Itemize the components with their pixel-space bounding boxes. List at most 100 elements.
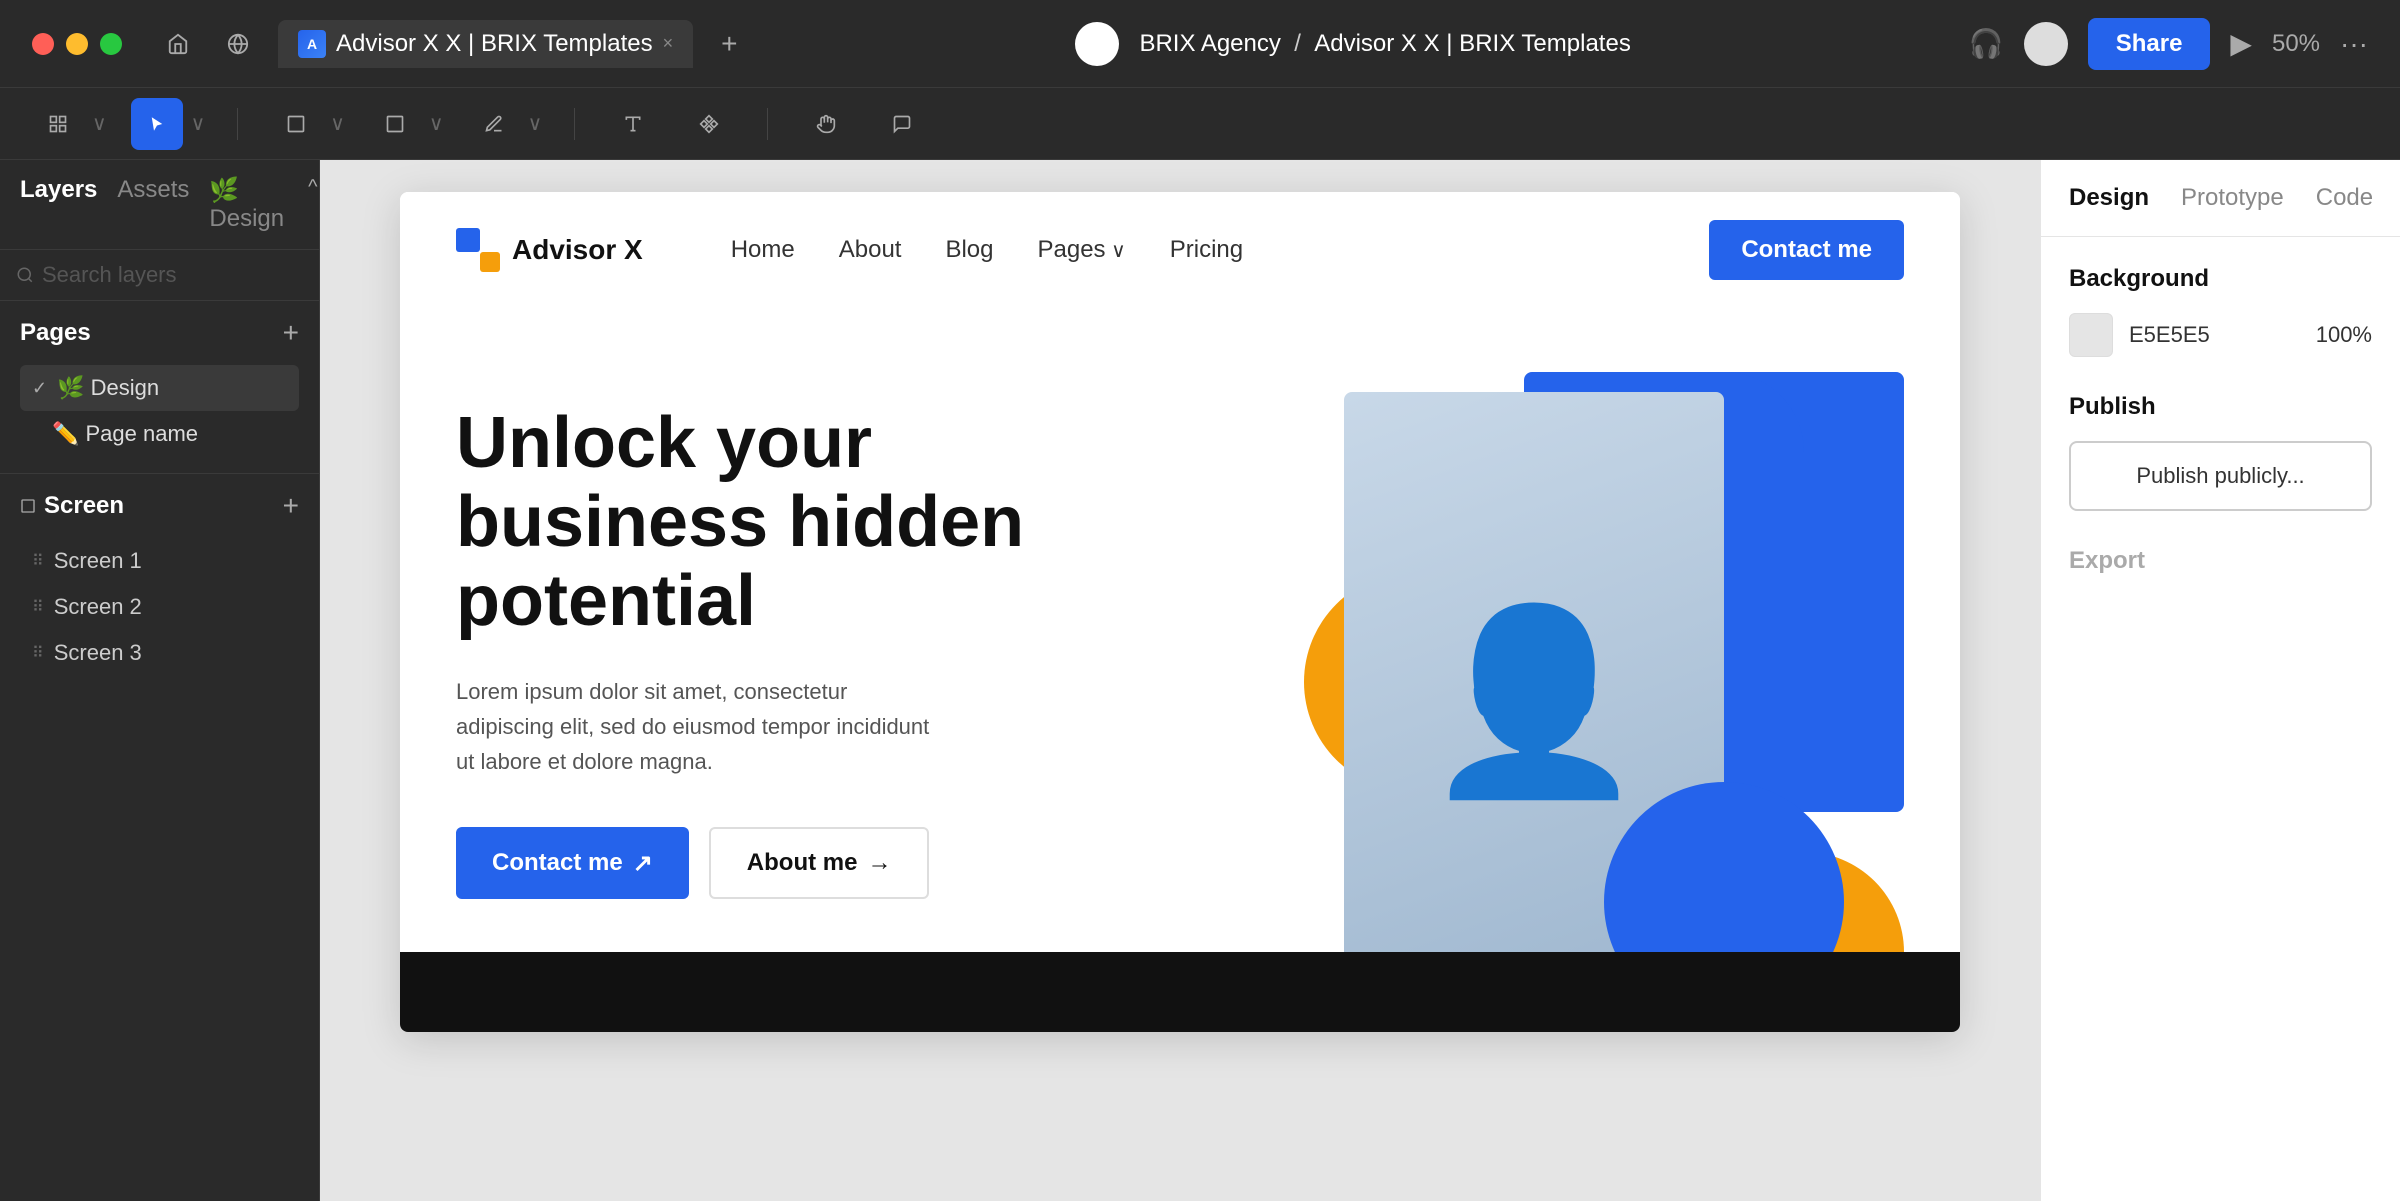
grid-tool[interactable] bbox=[32, 98, 84, 150]
person-emoji: 👤 bbox=[1422, 612, 1646, 792]
site-logo: Advisor X bbox=[456, 228, 643, 272]
screen-label-3: Screen 3 bbox=[54, 640, 142, 666]
more-options-icon[interactable]: ··· bbox=[2340, 28, 2368, 60]
tool-group-frame: ∨ bbox=[270, 98, 345, 150]
page-item-design[interactable]: ✓ 🌿 Design bbox=[20, 365, 299, 411]
contact-label: Contact me bbox=[492, 849, 623, 877]
bg-hex-value[interactable]: E5E5E5 bbox=[2129, 322, 2300, 348]
headphones-icon[interactable]: 🎧 bbox=[1969, 27, 2004, 60]
screens-header: Screen + bbox=[20, 490, 299, 522]
nav-about[interactable]: About bbox=[839, 236, 902, 264]
play-icon[interactable]: ▶ bbox=[2230, 27, 2252, 60]
logo-icon bbox=[456, 228, 500, 272]
component-tool[interactable] bbox=[683, 98, 735, 150]
right-panel: Design Prototype Code Background E5E5E5 … bbox=[2040, 160, 2400, 1201]
hero-title: Unlock your business hidden potential bbox=[456, 404, 1036, 642]
add-page-button[interactable]: + bbox=[283, 317, 299, 349]
main-layout: Layers Assets 🌿 Design ^ Search layers P… bbox=[0, 160, 2400, 1201]
share-button[interactable]: Share bbox=[2088, 18, 2211, 70]
nav-pricing[interactable]: Pricing bbox=[1170, 236, 1243, 264]
arrow-right-icon: → bbox=[867, 849, 891, 877]
tab-label: Advisor X X | BRIX Templates bbox=[336, 30, 653, 58]
hero-buttons: Contact me ↗ About me → bbox=[456, 827, 1284, 899]
tab-layers[interactable]: Layers bbox=[20, 176, 97, 233]
logo-blue-square bbox=[456, 228, 480, 252]
select-tool[interactable] bbox=[131, 98, 183, 150]
site-nav: Advisor X Home About Blog Pages Pricing … bbox=[400, 192, 1960, 308]
tool-group-pen: ∨ bbox=[468, 98, 543, 150]
tool-group-select: ∨ bbox=[131, 98, 206, 150]
browser-tab[interactable]: A Advisor X X | BRIX Templates × bbox=[278, 20, 693, 68]
right-panel-tabs: Design Prototype Code bbox=[2041, 160, 2400, 237]
nav-links: Home About Blog Pages Pricing bbox=[731, 236, 1662, 264]
tool-group-left: ∨ bbox=[32, 98, 107, 150]
hero-description: Lorem ipsum dolor sit amet, consectetur … bbox=[456, 674, 936, 780]
new-tab-button[interactable]: + bbox=[721, 28, 737, 60]
tab-code[interactable]: Code bbox=[2316, 184, 2373, 212]
page-name-label: ✏️ Page name bbox=[52, 421, 198, 447]
tab-design[interactable]: Design bbox=[2069, 184, 2149, 212]
tab-favicon: A bbox=[298, 30, 326, 58]
publish-publicly-button[interactable]: Publish publicly... bbox=[2069, 441, 2372, 511]
background-title: Background bbox=[2069, 265, 2372, 293]
nav-blog[interactable]: Blog bbox=[945, 236, 993, 264]
user-avatar[interactable] bbox=[2024, 22, 2068, 66]
check-icon: ✓ bbox=[32, 378, 47, 399]
screen-item-2[interactable]: ⠿ Screen 2 bbox=[20, 584, 299, 630]
home-icon[interactable] bbox=[158, 24, 198, 64]
about-label: About me bbox=[747, 849, 858, 877]
nav-home[interactable]: Home bbox=[731, 236, 795, 264]
logo-text: Advisor X bbox=[512, 234, 643, 266]
screen-item-1[interactable]: ⠿ Screen 1 bbox=[20, 538, 299, 584]
tool-group-shape: ∨ bbox=[369, 98, 444, 150]
tab-prototype[interactable]: Prototype bbox=[2181, 184, 2284, 212]
traffic-lights bbox=[32, 33, 122, 55]
hero-visual: 👤 bbox=[1284, 372, 1904, 952]
bg-row: E5E5E5 100% bbox=[2069, 313, 2372, 357]
screen-item-3[interactable]: ⠿ Screen 3 bbox=[20, 630, 299, 676]
pen-tool[interactable] bbox=[468, 98, 520, 150]
maximize-button[interactable] bbox=[100, 33, 122, 55]
screens-section: Screen + ⠿ Screen 1 ⠿ Screen 2 ⠿ Screen … bbox=[0, 473, 319, 692]
text-tool[interactable] bbox=[607, 98, 659, 150]
search-wrap: Search layers bbox=[16, 262, 303, 288]
minimize-button[interactable] bbox=[66, 33, 88, 55]
comment-tool[interactable] bbox=[876, 98, 928, 150]
tab-assets[interactable]: Assets bbox=[117, 176, 189, 233]
pages-header: Pages + bbox=[20, 317, 299, 349]
arrow-icon: ↗ bbox=[633, 849, 653, 878]
page-design-label: 🌿 Design bbox=[57, 375, 159, 401]
contact-me-button[interactable]: Contact me ↗ bbox=[456, 827, 689, 899]
brand-avatar bbox=[1075, 22, 1119, 66]
pages-section: Pages + ✓ 🌿 Design ✏️ Page name bbox=[0, 301, 319, 473]
bg-opacity-value[interactable]: 100% bbox=[2316, 322, 2372, 348]
screen-label-1: Screen 1 bbox=[54, 548, 142, 574]
left-panel: Layers Assets 🌿 Design ^ Search layers P… bbox=[0, 160, 320, 1201]
titlebar: A Advisor X X | BRIX Templates × + BRIX … bbox=[0, 0, 2400, 88]
about-me-button[interactable]: About me → bbox=[709, 827, 930, 899]
titlebar-center: BRIX Agency / Advisor X X | BRIX Templat… bbox=[757, 22, 1948, 66]
globe-icon[interactable] bbox=[218, 24, 258, 64]
titlebar-right: 🎧 Share ▶ 50% ··· bbox=[1969, 18, 2368, 70]
screen-label-2: Screen 2 bbox=[54, 594, 142, 620]
breadcrumb: BRIX Agency / Advisor X X | BRIX Templat… bbox=[1139, 30, 1630, 58]
bg-color-swatch[interactable] bbox=[2069, 313, 2113, 357]
hand-tool[interactable] bbox=[800, 98, 852, 150]
panel-tabs: Layers Assets 🌿 Design ^ bbox=[0, 160, 319, 250]
screen-drag-3: ⠿ bbox=[32, 643, 44, 663]
export-title: Export bbox=[2069, 547, 2372, 575]
toolbar: ∨ ∨ ∨ ∨ ∨ bbox=[0, 88, 2400, 160]
export-section: Export bbox=[2069, 547, 2372, 575]
close-button[interactable] bbox=[32, 33, 54, 55]
shape-tool[interactable] bbox=[369, 98, 421, 150]
nav-cta-button[interactable]: Contact me bbox=[1709, 220, 1904, 280]
frame-tool[interactable] bbox=[270, 98, 322, 150]
page-item-name[interactable]: ✏️ Page name bbox=[20, 411, 299, 457]
zoom-level[interactable]: 50% bbox=[2272, 30, 2320, 58]
nav-pages[interactable]: Pages bbox=[1038, 236, 1126, 264]
separator-2 bbox=[574, 108, 575, 140]
tab-close-icon[interactable]: × bbox=[663, 33, 674, 54]
screen-drag-1: ⠿ bbox=[32, 551, 44, 571]
tab-design[interactable]: 🌿 Design bbox=[209, 176, 284, 233]
add-screen-button[interactable]: + bbox=[283, 490, 299, 522]
